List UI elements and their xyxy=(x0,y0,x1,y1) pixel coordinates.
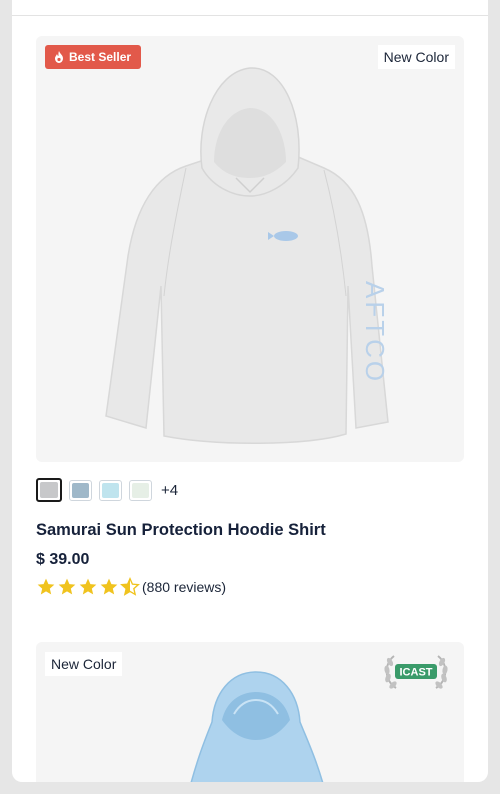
star-rating xyxy=(36,577,140,597)
product-title[interactable]: Samurai Sun Protection Hoodie Shirt xyxy=(36,521,326,540)
star-half-icon xyxy=(120,577,140,596)
hoodie-shirt-image: AFTCO xyxy=(105,67,390,444)
new-color-badge-2: New Color xyxy=(45,652,123,676)
icast-award-icon: ICAST xyxy=(384,655,448,689)
icast-award-text: ICAST xyxy=(400,667,433,679)
product-rating[interactable]: (880 reviews) xyxy=(36,577,226,597)
best-seller-badge: Best Seller xyxy=(45,45,142,69)
review-count[interactable]: (880 reviews) xyxy=(142,579,226,595)
star-full-icon xyxy=(58,578,76,595)
product-grid: AFTCO Best Seller New Color +4 Samurai S… xyxy=(12,0,488,782)
new-color-label-2: New Color xyxy=(51,656,117,672)
swatch-light-blue[interactable] xyxy=(99,479,122,501)
flame-icon xyxy=(55,51,63,63)
color-swatches: +4 xyxy=(36,478,178,502)
divider xyxy=(12,15,488,16)
swatch-steel-blue[interactable] xyxy=(69,479,92,501)
best-seller-label: Best Seller xyxy=(69,50,132,64)
new-color-label: New Color xyxy=(383,49,449,65)
star-full-icon xyxy=(37,578,55,595)
swatch-mint-white[interactable] xyxy=(129,479,152,501)
star-full-icon xyxy=(100,578,118,595)
product-image-card[interactable]: AFTCO Best Seller New Color xyxy=(36,36,464,462)
star-full-icon xyxy=(79,578,97,595)
product-price: $ 39.00 xyxy=(36,551,90,568)
product-image-card-2[interactable]: New Color ICAST xyxy=(36,642,464,782)
sleeve-logo-text: AFTCO xyxy=(360,281,390,384)
more-colors-link[interactable]: +4 xyxy=(161,482,178,499)
new-color-badge: New Color xyxy=(377,45,455,69)
swatch-gray[interactable] xyxy=(36,478,62,502)
